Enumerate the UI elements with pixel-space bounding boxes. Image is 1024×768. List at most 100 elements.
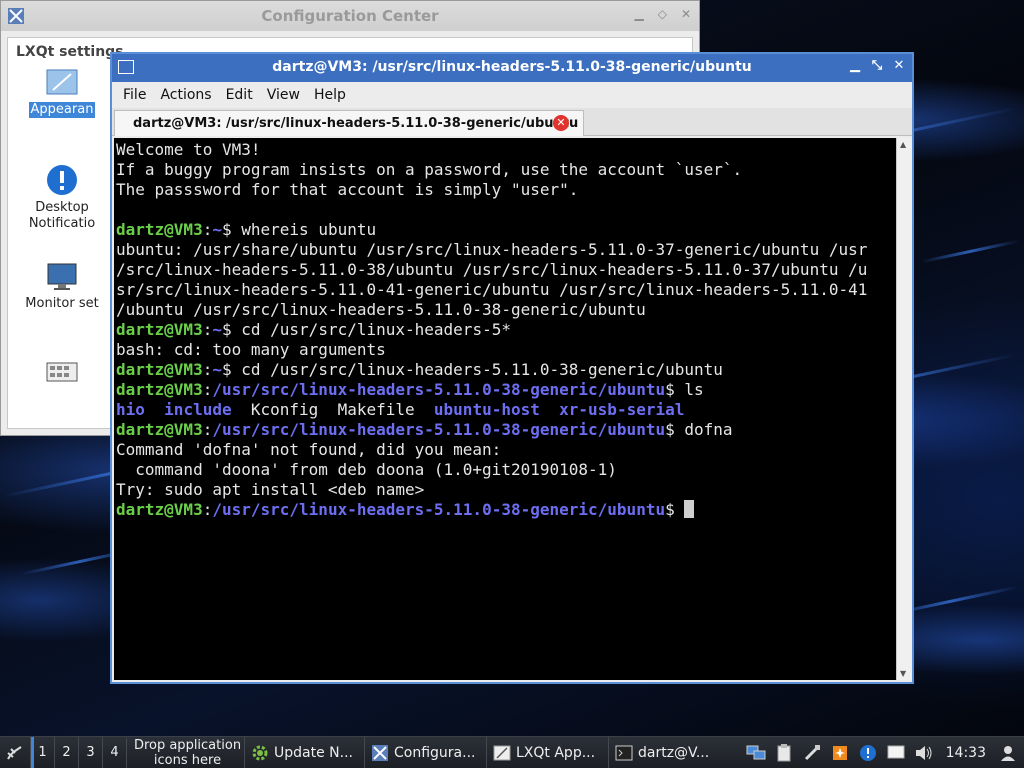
terminal-line: bash: cd: too many arguments	[116, 340, 386, 359]
terminal-line: sr/src/linux-headers-5.11.0-41-generic/u…	[116, 280, 868, 299]
terminal-line: Try: sudo apt install <deb name>	[116, 480, 425, 499]
desktop-switch-4[interactable]: 4	[102, 736, 126, 768]
cc-item-monitor[interactable]: Monitor set	[8, 262, 116, 312]
terminal-line: Welcome to VM3!	[116, 140, 261, 159]
close-icon[interactable]: ✕	[892, 58, 906, 73]
prompt-user: dartz@VM3	[116, 360, 203, 379]
screenshot-icon[interactable]	[830, 743, 850, 763]
text-cursor	[684, 500, 695, 518]
cc-window-title: Configuration Center	[261, 7, 439, 25]
ls-dir: hio	[116, 400, 145, 419]
desktop-switch-1[interactable]: 1	[30, 736, 54, 768]
start-menu-button[interactable]	[0, 737, 30, 768]
terminal-menubar: File Actions Edit View Help	[112, 82, 912, 108]
terminal-icon	[615, 745, 633, 760]
terminal-tab[interactable]: dartz@VM3: /usr/src/linux-headers-5.11.0…	[114, 110, 584, 136]
terminal-output[interactable]: Welcome to VM3! If a buggy program insist…	[114, 138, 898, 680]
prompt-user: dartz@VM3	[116, 380, 203, 399]
terminal-line: /src/linux-headers-5.11.0-38/ubuntu /usr…	[116, 260, 868, 279]
minimize-icon[interactable]: ▁	[848, 58, 862, 73]
prompt-path: ~	[212, 220, 222, 239]
terminal-tabbar: dartz@VM3: /usr/src/linux-headers-5.11.0…	[112, 108, 912, 136]
terminal-titlebar[interactable]: dartz@VM3: /usr/src/linux-headers-5.11.0…	[112, 54, 912, 82]
menu-edit[interactable]: Edit	[219, 87, 260, 103]
terminal-line: dartz@VM3:~$ cd /usr/src/linux-headers-5…	[116, 320, 898, 340]
prompt-user: dartz@VM3	[116, 420, 203, 439]
volume-icon[interactable]	[914, 743, 934, 763]
terminal-line: dartz@VM3:/usr/src/linux-headers-5.11.0-…	[116, 500, 898, 520]
cc-item-notifications[interactable]: Desktop Notificatio	[8, 164, 116, 232]
command-text: $ cd /usr/src/linux-headers-5*	[221, 320, 511, 339]
task-update-notifier[interactable]: Update N...	[244, 736, 364, 768]
menu-help[interactable]: Help	[307, 87, 353, 103]
network-icon[interactable]	[746, 743, 766, 763]
ls-dir: include	[164, 400, 232, 419]
prompt-user: dartz@VM3	[116, 500, 203, 519]
menu-view[interactable]: View	[260, 87, 307, 103]
restore-icon[interactable]: ⤡	[870, 58, 884, 73]
info-icon[interactable]	[858, 743, 878, 763]
prompt-colon: :	[202, 220, 213, 239]
maximize-icon[interactable]: ◇	[658, 7, 667, 21]
ls-dir: xr-usb-serial	[559, 400, 685, 419]
command-text: $ whereis ubuntu	[221, 220, 377, 239]
cc-item-label: Appearan	[28, 102, 96, 118]
desktop-switch-3[interactable]: 3	[78, 736, 102, 768]
cc-titlebar[interactable]: Configuration Center ▁ ◇ ✕	[1, 1, 699, 31]
appearance-icon	[493, 745, 511, 760]
appearance-icon	[46, 69, 78, 95]
scroll-down-icon[interactable]: ▼	[900, 669, 906, 678]
prompt-colon: :	[202, 500, 213, 519]
task-label: Update N...	[274, 744, 353, 761]
terminal-window-title: dartz@VM3: /usr/src/linux-headers-5.11.0…	[272, 59, 752, 75]
cc-item-label2: Notificatio	[28, 216, 96, 231]
terminal-scrollbar[interactable]: ▲ ▼	[896, 138, 912, 680]
cc-item-label: Desktop	[35, 200, 89, 215]
prompt-colon: :	[202, 380, 213, 399]
ls-file: Kconfig	[250, 400, 319, 419]
lxqt-menu-icon	[7, 745, 22, 759]
close-icon[interactable]: ✕	[681, 7, 691, 21]
tab-close-icon[interactable]: ✕	[553, 115, 569, 131]
desktop-switch-2[interactable]: 2	[54, 736, 78, 768]
desktop-show-icon[interactable]	[886, 743, 906, 763]
terminal-line: If a buggy program insists on a password…	[116, 160, 743, 179]
prompt-user: dartz@VM3	[116, 320, 203, 339]
task-configuration-center[interactable]: Configura...	[364, 736, 486, 768]
quicklaunch-drop-area[interactable]: Drop application icons here	[126, 737, 244, 768]
terminal-line: dartz@VM3:/usr/src/linux-headers-5.11.0-…	[116, 420, 898, 440]
user-icon[interactable]	[998, 743, 1018, 763]
cc-item-keyboard[interactable]	[8, 360, 116, 388]
ls-file: Makefile	[337, 400, 415, 419]
keyboard-icon	[46, 362, 78, 382]
task-terminal[interactable]: dartz@V...	[608, 736, 726, 768]
clipboard-icon[interactable]	[774, 743, 794, 763]
menu-file[interactable]: File	[116, 87, 153, 103]
menu-actions[interactable]: Actions	[153, 87, 218, 103]
command-text: $ ls	[665, 380, 704, 399]
ls-dir: ubuntu-host	[433, 400, 540, 419]
prompt-colon: :	[202, 320, 213, 339]
minimize-icon[interactable]: ▁	[634, 7, 643, 21]
drop-hint-line1: Drop application	[133, 737, 242, 753]
config-center-icon	[372, 744, 388, 761]
task-lxqt-appearance[interactable]: LXQt App...	[486, 736, 608, 768]
terminal-window[interactable]: dartz@VM3: /usr/src/linux-headers-5.11.0…	[110, 52, 914, 684]
task-label: dartz@V...	[638, 744, 710, 761]
command-text: $ cd /usr/src/linux-headers-5.11.0-38-ge…	[221, 360, 723, 379]
terminal-line: The passsword for that account is simply…	[116, 180, 579, 199]
scroll-up-icon[interactable]: ▲	[900, 140, 906, 149]
terminal-line: hio include Kconfig Makefile ubuntu-host…	[116, 400, 898, 420]
terminal-line: dartz@VM3:/usr/src/linux-headers-5.11.0-…	[116, 380, 898, 400]
system-tray: 14:33	[746, 743, 1024, 763]
prompt-path: ~	[212, 320, 222, 339]
taskbar: 1 2 3 4 Drop application icons here Upda…	[0, 736, 1024, 768]
clock[interactable]: 14:33	[942, 745, 990, 761]
prompt-colon: :	[202, 420, 213, 439]
prompt-user: dartz@VM3	[116, 220, 203, 239]
terminal-line: dartz@VM3:~$ whereis ubuntu	[116, 220, 898, 240]
usb-icon[interactable]	[802, 743, 822, 763]
prompt-path: ~	[212, 360, 222, 379]
cc-item-appearance[interactable]: Appearan	[8, 68, 116, 118]
